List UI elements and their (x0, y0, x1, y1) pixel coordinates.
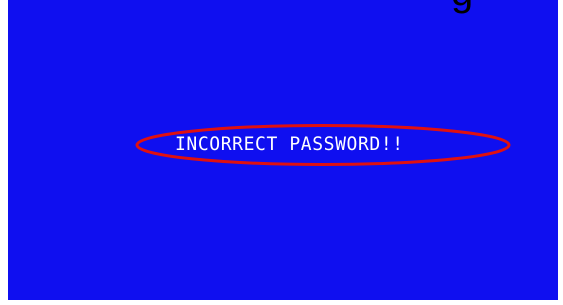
incorrect-password-message: INCORRECT PASSWORD!! (175, 133, 404, 156)
clipped-heading-glyph: g (451, 0, 473, 12)
error-screen: INCORRECT PASSWORD!! (8, 0, 558, 300)
